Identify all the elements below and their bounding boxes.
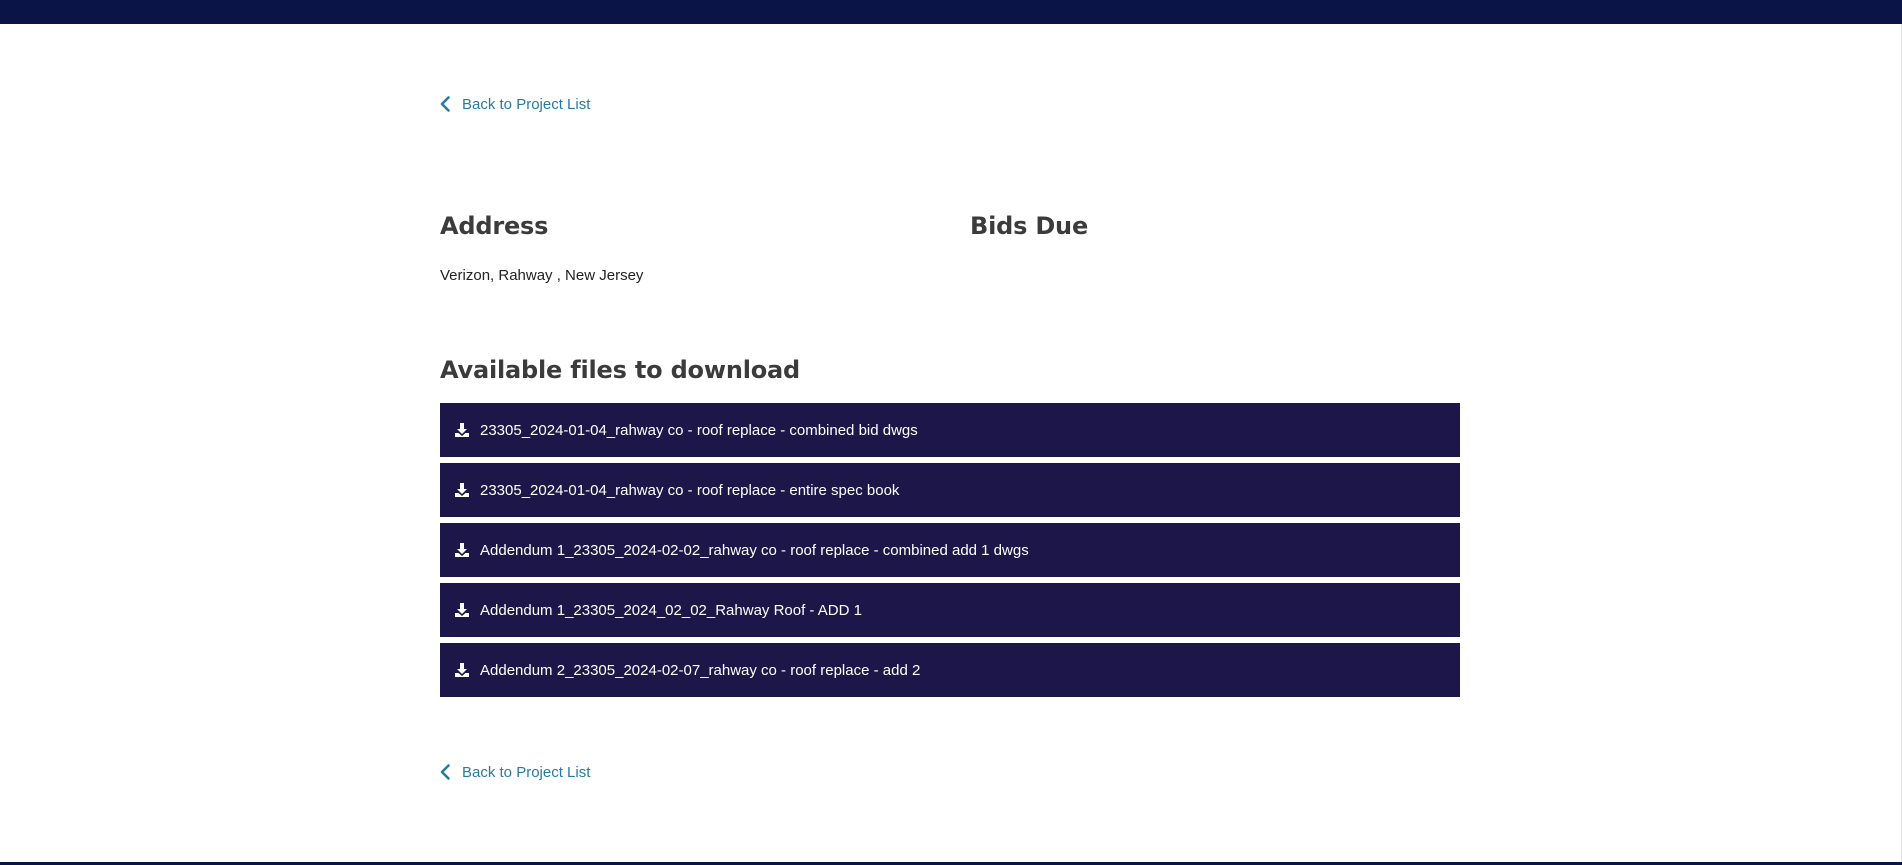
top-header-bar	[0, 0, 1902, 24]
file-name: Addendum 2_23305_2024-02-07_rahway co - …	[480, 661, 921, 679]
address-heading: Address	[440, 212, 549, 240]
file-name: Addendum 1_23305_2024-02-02_rahway co - …	[480, 541, 1029, 559]
download-icon	[455, 423, 469, 437]
download-icon	[455, 663, 469, 677]
file-name: Addendum 1_23305_2024_02_02_Rahway Roof …	[480, 601, 862, 619]
back-link-label: Back to Project List	[462, 763, 591, 781]
files-heading: Available files to download	[440, 356, 800, 384]
download-icon	[455, 543, 469, 557]
bids-due-heading: Bids Due	[970, 212, 1089, 240]
file-list: 23305_2024-01-04_rahway co - roof replac…	[440, 403, 1460, 703]
address-value: Verizon, Rahway , New Jersey	[440, 267, 644, 284]
file-name: 23305_2024-01-04_rahway co - roof replac…	[480, 481, 900, 499]
file-download-row[interactable]: Addendum 2_23305_2024-02-07_rahway co - …	[440, 643, 1460, 697]
download-icon	[455, 483, 469, 497]
back-to-project-list-link-bottom[interactable]: Back to Project List	[436, 762, 590, 782]
file-download-row[interactable]: 23305_2024-01-04_rahway co - roof replac…	[440, 463, 1460, 517]
chevron-left-icon	[440, 764, 450, 780]
file-download-row[interactable]: Addendum 1_23305_2024-02-02_rahway co - …	[440, 523, 1460, 577]
back-link-label: Back to Project List	[462, 95, 591, 113]
file-download-row[interactable]: 23305_2024-01-04_rahway co - roof replac…	[440, 403, 1460, 457]
download-icon	[455, 603, 469, 617]
chevron-left-icon	[440, 96, 450, 112]
back-to-project-list-link-top[interactable]: Back to Project List	[436, 94, 590, 114]
file-name: 23305_2024-01-04_rahway co - roof replac…	[480, 421, 918, 439]
file-download-row[interactable]: Addendum 1_23305_2024_02_02_Rahway Roof …	[440, 583, 1460, 637]
